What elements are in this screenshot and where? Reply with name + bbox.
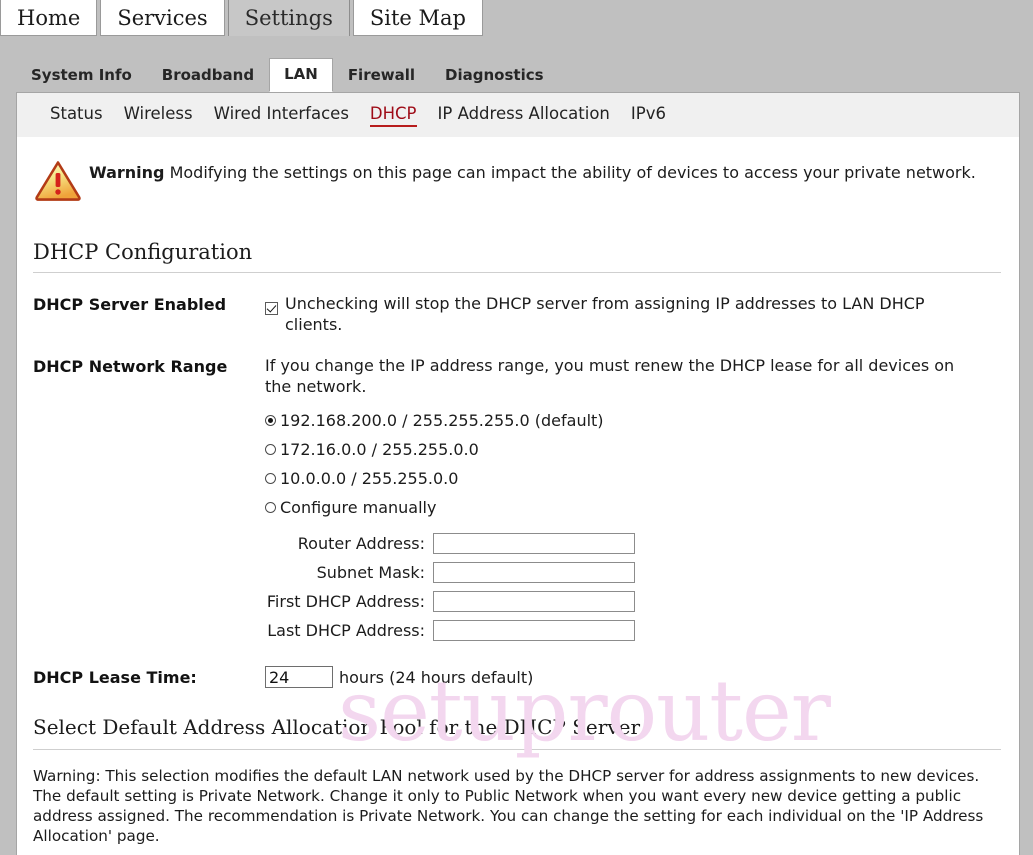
tertiary-navigation: Status Wireless Wired Interfaces DHCP IP Add… <box>17 93 1019 137</box>
dhcp-server-enabled-checkbox[interactable] <box>265 302 278 315</box>
secondary-tab-diagnostics[interactable]: Diagnostics <box>430 59 559 92</box>
radio-icon[interactable] <box>265 444 276 455</box>
dhcp-lease-time-suffix: hours (24 hours default) <box>339 667 534 687</box>
manual-configuration-fields: Router Address: Subnet Mask: First DHCP Ad… <box>265 533 1005 641</box>
warning-label: Warning <box>89 163 165 182</box>
manual-field-input-0[interactable] <box>433 533 635 554</box>
dhcp-network-range-radio-group: 192.168.200.0 / 255.255.255.0 (default) 1… <box>265 406 1005 522</box>
network-range-option-label: 172.16.0.0 / 255.255.0.0 <box>280 440 479 459</box>
radio-icon[interactable] <box>265 473 276 484</box>
network-range-option-0[interactable]: 192.168.200.0 / 255.255.255.0 (default) <box>265 406 1005 435</box>
secondary-tab-system-info[interactable]: System Info <box>16 59 147 92</box>
manual-field-row: Subnet Mask: <box>265 562 1005 583</box>
secondary-tab-lan[interactable]: LAN <box>269 58 333 92</box>
dhcp-lease-time-label: DHCP Lease Time: <box>33 667 197 687</box>
manual-field-input-2[interactable] <box>433 591 635 612</box>
dhcp-server-enabled-row: DHCP Server Enabled Unchecking will stop… <box>31 293 1005 335</box>
network-range-option-1[interactable]: 172.16.0.0 / 255.255.0.0 <box>265 435 1005 464</box>
warning-message: Modifying the settings on this page can … <box>169 163 976 182</box>
warning-text: Warning Modifying the settings on this p… <box>86 155 976 183</box>
dhcp-lease-time-row: DHCP Lease Time: hours (24 hours default… <box>31 666 1005 688</box>
manual-field-row: Router Address: <box>265 533 1005 554</box>
manual-field-label: Router Address: <box>297 534 425 553</box>
manual-field-label: Subnet Mask: <box>316 563 425 582</box>
dhcp-network-range-description: If you change the IP address range, you … <box>265 356 955 396</box>
manual-field-label: First DHCP Address: <box>266 592 425 611</box>
dhcp-server-enabled-description: Unchecking will stop the DHCP server fro… <box>285 294 925 334</box>
allocation-pool-section: Select Default Address Allocation Pool f… <box>31 715 1005 750</box>
tertiary-tab-wired-interfaces[interactable]: Wired Interfaces <box>214 104 349 126</box>
network-range-option-3[interactable]: Configure manually <box>265 493 1005 522</box>
dhcp-configuration-section: DHCP Configuration <box>31 239 1005 273</box>
section-heading-dhcp-configuration: DHCP Configuration <box>33 240 253 264</box>
dhcp-network-range-row: DHCP Network Range If you change the IP … <box>31 355 1005 649</box>
secondary-tab-firewall[interactable]: Firewall <box>333 59 430 92</box>
content-card: Status Wireless Wired Interfaces DHCP IP Add… <box>16 92 1020 855</box>
dhcp-lease-time-input[interactable] <box>265 666 333 688</box>
page-body: Warning Modifying the settings on this p… <box>17 137 1019 846</box>
router-admin-page: Home Services Settings Site Map System Info… <box>0 0 1033 855</box>
radio-icon[interactable] <box>265 502 276 513</box>
primary-tab-home[interactable]: Home <box>0 0 98 36</box>
manual-field-label: Last DHCP Address: <box>267 621 425 640</box>
tertiary-tab-dhcp[interactable]: DHCP <box>369 104 417 127</box>
network-range-option-label: Configure manually <box>280 498 437 517</box>
network-range-option-label: 192.168.200.0 / 255.255.255.0 (default) <box>280 411 604 430</box>
primary-tab-site-map[interactable]: Site Map <box>352 0 483 36</box>
primary-navigation: Home Services Settings Site Map <box>0 0 1033 38</box>
tertiary-tab-wireless[interactable]: Wireless <box>124 104 193 126</box>
manual-field-input-3[interactable] <box>433 620 635 641</box>
warning-triangle-icon <box>34 155 86 205</box>
warning-banner: Warning Modifying the settings on this p… <box>31 137 1005 205</box>
heading-divider-2 <box>33 749 1001 750</box>
allocation-pool-note: Warning: This selection modifies the def… <box>33 767 984 845</box>
heading-divider <box>33 272 1001 273</box>
section-heading-allocation-pool: Select Default Address Allocation Pool f… <box>33 715 641 739</box>
secondary-navigation: System Info Broadband LAN Firewall Diagnosti… <box>0 38 1033 92</box>
primary-tab-services[interactable]: Services <box>100 0 225 36</box>
radio-icon[interactable] <box>265 415 276 426</box>
secondary-tab-broadband[interactable]: Broadband <box>147 59 269 92</box>
manual-field-row: First DHCP Address: <box>265 591 1005 612</box>
dhcp-network-range-label: DHCP Network Range <box>33 357 228 376</box>
dhcp-server-enabled-label: DHCP Server Enabled <box>33 295 227 314</box>
manual-field-row: Last DHCP Address: <box>265 620 1005 641</box>
network-range-option-label: 10.0.0.0 / 255.255.0.0 <box>280 469 459 488</box>
tertiary-tab-status[interactable]: Status <box>50 104 103 126</box>
tertiary-tab-ip-address-allocation[interactable]: IP Address Allocation <box>438 104 610 126</box>
network-range-option-2[interactable]: 10.0.0.0 / 255.255.0.0 <box>265 464 1005 493</box>
manual-field-input-1[interactable] <box>433 562 635 583</box>
primary-tab-settings[interactable]: Settings <box>227 0 350 36</box>
tertiary-tab-ipv6[interactable]: IPv6 <box>631 104 666 126</box>
